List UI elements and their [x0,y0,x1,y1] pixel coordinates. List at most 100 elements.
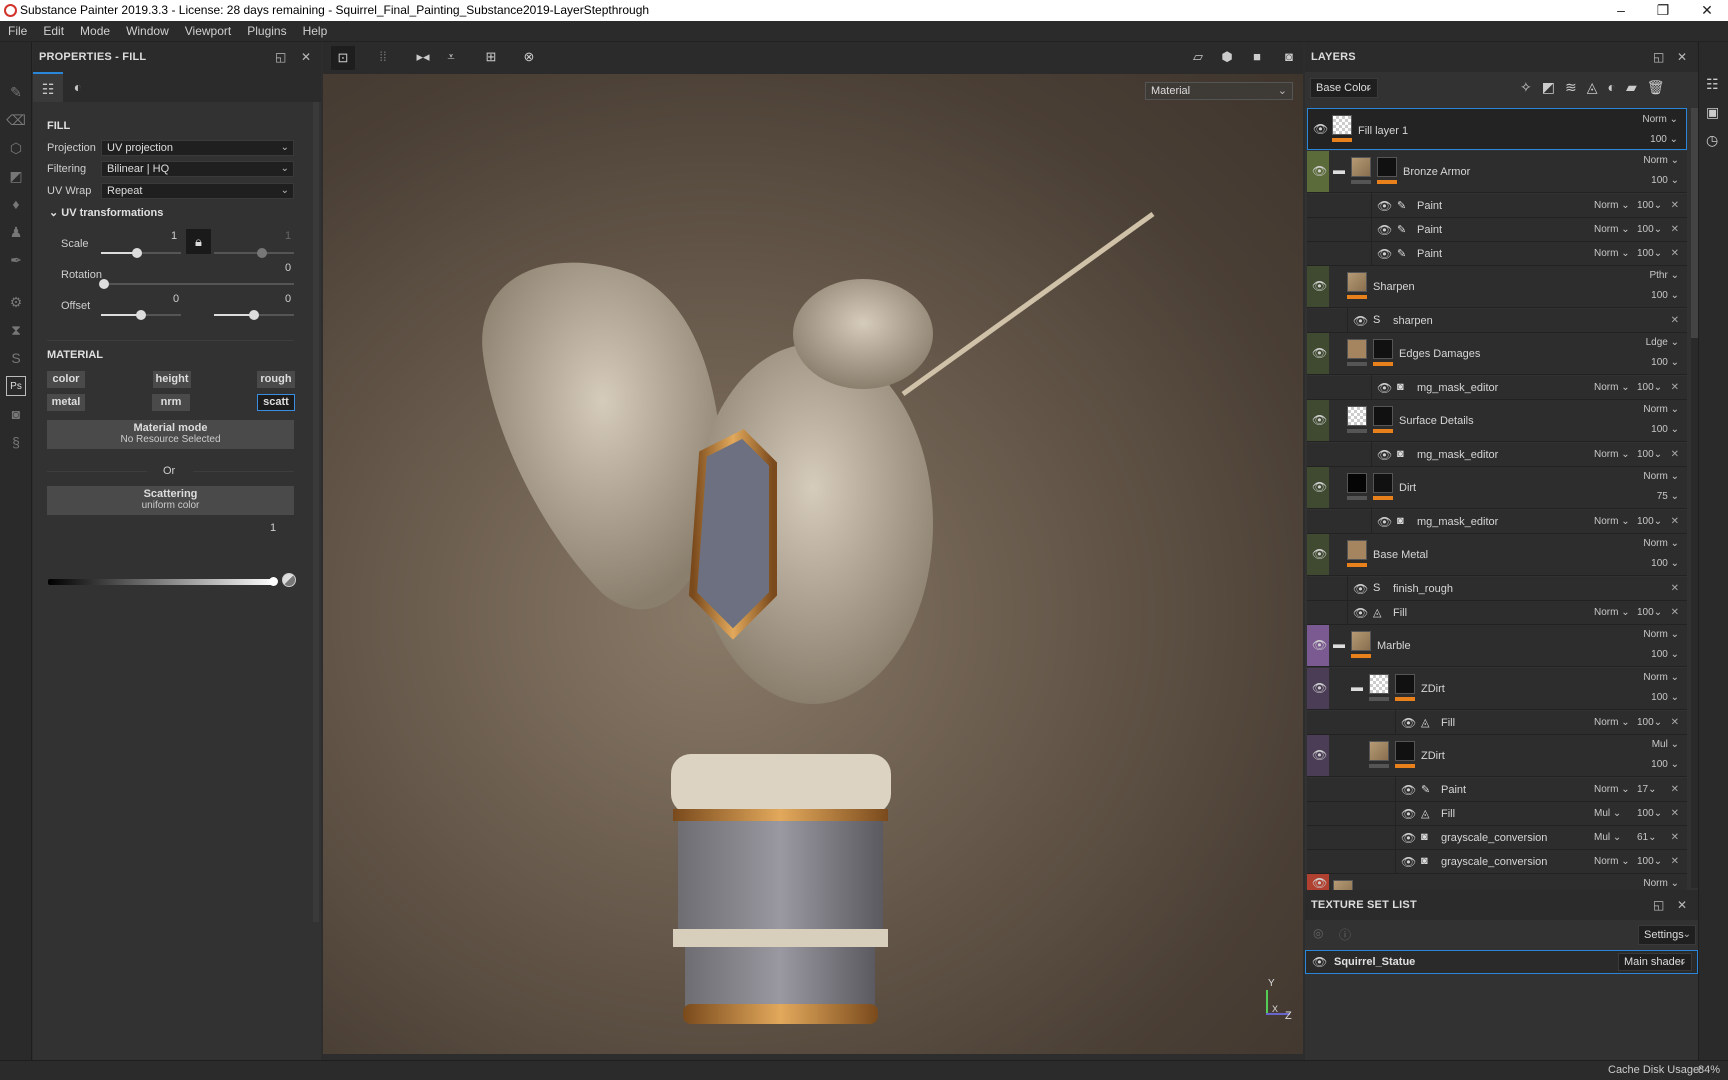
properties-scrollbar[interactable] [313,102,319,922]
remove-effect-button[interactable]: ✕ [1671,516,1679,527]
layer-folder-row[interactable]: 👁︎ ▬ ZDirt Norm ⌄ 100 ⌄ [1307,668,1687,710]
layer-effect-row[interactable]: 👁︎ Ssharpen ✕ [1307,308,1687,333]
eye-icon[interactable]: 👁︎ [1353,314,1368,328]
blend-mode-select[interactable]: Norm ⌄ [1594,516,1630,527]
opacity-select[interactable]: 75 ⌄ [1657,491,1679,502]
eye-icon[interactable]: 👁︎ [1312,346,1327,360]
blend-mode-select[interactable]: Norm ⌄ [1643,878,1679,889]
opacity-select[interactable]: 61⌄ [1637,832,1657,843]
eye-icon[interactable]: 👁︎ [1313,122,1328,136]
opacity-select[interactable]: 100⌄ [1637,200,1662,211]
eye-icon[interactable]: 👁︎ [1312,164,1327,178]
layer-effect-row[interactable]: 👁︎ ✎ Paint Norm ⌄ 100⌄ ✕ [1307,217,1687,242]
opacity-select[interactable]: 100 ⌄ [1651,175,1679,186]
layer-thumbnail[interactable] [1347,406,1367,426]
eye-icon[interactable]: 👁︎ [1312,279,1327,293]
menu-window[interactable]: Window [118,21,177,42]
mirror-y-icon[interactable]: ⩡ [441,49,461,67]
opacity-select[interactable]: 100 ⌄ [1650,133,1678,147]
scale-slider-v[interactable] [214,252,294,254]
opacity-select[interactable]: 100⌄ [1637,808,1662,819]
layer-effect-row[interactable]: 👁︎ ◬ Fill Norm ⌄ 100⌄ ✕ [1307,600,1687,625]
mask-thumbnail[interactable] [1395,741,1415,761]
layer-row[interactable]: 👁︎ Fill layer 1 Norm ⌄ 100 ⌄ [1307,108,1687,150]
blend-mode-select[interactable]: Mul ⌄ [1652,739,1679,750]
eye-icon[interactable]: 👁︎ [1377,448,1392,462]
eye-icon[interactable]: 👁︎ [1401,855,1416,869]
symmetry-grid-icon[interactable]: ⁞⁞ [373,49,393,67]
eye-icon[interactable]: 👁︎ [1312,876,1327,890]
view-mode-icon[interactable]: ▱ [1188,49,1208,67]
layer-effect-row[interactable]: 👁︎ ◙ mg_mask_editor Norm ⌄ 100⌄ ✕ [1307,442,1687,467]
layer-thumbnail[interactable] [1369,741,1389,761]
layer-thumbnail[interactable] [1351,157,1371,177]
brush-icon[interactable]: ✎ [6,82,26,102]
uv-transformations-toggle[interactable]: ⌄ UV transformations [49,206,163,219]
layer-effect-row[interactable]: 👁︎ ✎ Paint Norm ⌄ 17⌄ ✕ [1307,777,1687,802]
channel-select[interactable]: Base Color ⌄ [1310,78,1378,98]
mask-thumbnail[interactable] [1373,473,1393,493]
layer-thumbnail[interactable] [1351,631,1371,651]
remove-effect-button[interactable]: ✕ [1671,717,1679,728]
resource-icon[interactable]: ◙ [6,404,26,424]
mask-thumbnail[interactable] [1373,339,1393,359]
eye-icon[interactable]: 👁︎ [1312,955,1327,969]
smart-mask-icon[interactable]: ✧ [1520,79,1542,95]
opacity-select[interactable]: 100 ⌄ [1651,290,1679,301]
blend-mode-select[interactable]: Norm ⌄ [1594,717,1630,728]
menu-file[interactable]: File [0,21,35,42]
minimize-button[interactable]: – [1600,0,1642,21]
layer-effect-row[interactable]: 👁︎ ◙ mg_mask_editor Norm ⌄ 100⌄ ✕ [1307,509,1687,534]
layer-effect-row[interactable]: 👁︎ Sfinish_rough ✕ [1307,576,1687,601]
eye-icon[interactable]: 👁︎ [1312,681,1327,695]
eye-icon[interactable]: 👁︎ [1401,783,1416,797]
opacity-select[interactable]: 100⌄ [1637,449,1662,460]
folder-icon[interactable]: ▬ [1333,637,1345,651]
visibility-sync-icon[interactable]: ◎ [1313,926,1323,940]
menu-help[interactable]: Help [295,21,336,42]
close-window-button[interactable]: ✕ [1686,0,1728,21]
layer-thumbnail[interactable] [1369,674,1389,694]
opacity-select[interactable]: 100⌄ [1637,607,1662,618]
remove-effect-button[interactable]: ✕ [1671,449,1679,460]
offset-slider-u-handle[interactable] [136,310,146,320]
layer-folder-row[interactable]: 👁︎ ▬ Marble Norm ⌄ 100 ⌄ [1307,625,1687,667]
add-fill-layer-icon[interactable]: ◬ [1587,79,1608,95]
menu-mode[interactable]: Mode [72,21,118,42]
blend-mode-select[interactable]: Ldge ⌄ [1646,337,1679,348]
layer-effect-row[interactable]: 👁︎ ◬ Fill Norm ⌄ 100⌄ ✕ [1307,710,1687,735]
close-panel-icon[interactable]: ✕ [301,50,311,64]
reset-view-icon[interactable]: ⊗ [519,49,539,67]
eye-icon[interactable]: 👁︎ [1377,515,1392,529]
opacity-select[interactable]: 100⌄ [1637,248,1662,259]
eye-icon[interactable]: 👁︎ [1377,381,1392,395]
layer-effect-row[interactable]: 👁︎ ◬ Fill Mul ⌄ 100⌄ ✕ [1307,801,1687,826]
remove-effect-button[interactable]: ✕ [1671,224,1679,235]
blend-mode-select[interactable]: Norm ⌄ [1643,404,1679,415]
layer-row[interactable]: 👁︎ Surface Details Norm ⌄ 100 ⌄ [1307,400,1687,442]
add-layer-icon[interactable]: ≋ [1565,79,1587,95]
layer-effect-row[interactable]: 👁︎ ◙ mg_mask_editor Norm ⌄ 100⌄ ✕ [1307,375,1687,400]
display-3d-icon[interactable]: ⬢ [1217,49,1237,67]
mask-thumbnail[interactable] [1395,674,1415,694]
remove-effect-button[interactable]: ✕ [1671,200,1679,211]
settings-dropdown[interactable]: Settings ⌄ [1638,925,1696,945]
eye-icon[interactable]: 👁︎ [1401,716,1416,730]
substance-share-icon[interactable]: § [6,432,26,452]
channel-nrm-button[interactable]: nrm [152,394,190,411]
layer-thumbnail[interactable] [1333,880,1353,890]
add-frame-icon[interactable]: ⊞ [481,49,501,67]
blend-mode-select[interactable]: Mul ⌄ [1594,808,1621,819]
channel-scatt-button[interactable]: scatt [257,394,295,411]
blend-mode-select[interactable]: Norm ⌄ [1594,449,1630,460]
menu-plugins[interactable]: Plugins [239,21,294,42]
undock-icon[interactable]: ◱ [1653,898,1664,912]
eye-icon[interactable]: 👁︎ [1377,223,1392,237]
blend-mode-select[interactable]: Norm ⌄ [1594,784,1630,795]
remove-effect-button[interactable]: ✕ [1671,784,1679,795]
uvwrap-select[interactable]: Repeat ⌄ [101,183,294,199]
clone-stamp-icon[interactable]: ♟ [6,222,26,242]
blend-mode-select[interactable]: Norm ⌄ [1594,224,1630,235]
channel-metal-button[interactable]: metal [47,394,85,411]
menu-edit[interactable]: Edit [35,21,72,42]
